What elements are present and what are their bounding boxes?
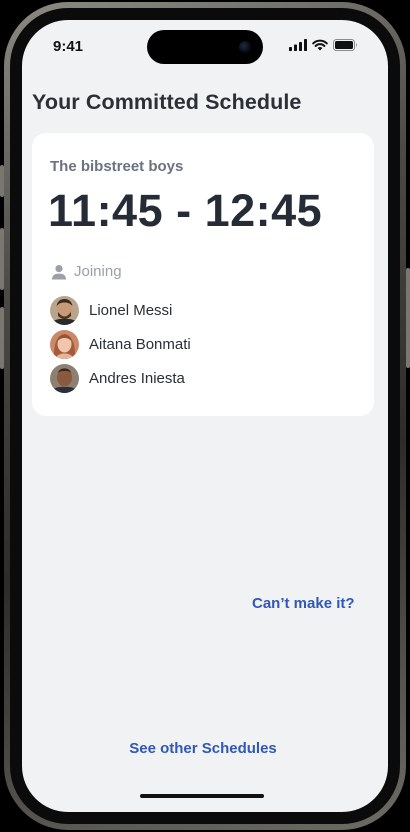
avatar xyxy=(50,363,79,393)
person-icon xyxy=(52,264,66,279)
participant-name: Aitana Bonmati xyxy=(89,335,191,353)
joining-label: Joining xyxy=(74,263,122,280)
participant-name: Lionel Messi xyxy=(89,301,173,319)
schedule-card: The bibstreet boys 11:45 - 12:45 Joining xyxy=(32,133,374,416)
participant-row: Andres Iniesta xyxy=(50,361,191,395)
power-button xyxy=(406,268,410,368)
battery-icon xyxy=(333,39,357,51)
participant-row: Aitana Bonmati xyxy=(50,327,191,361)
action-button xyxy=(0,165,4,197)
wifi-icon xyxy=(312,39,328,51)
status-time: 9:41 xyxy=(53,38,84,55)
phone-frame: 9:41 Your Committed Schedule The bibstre… xyxy=(0,2,410,830)
cant-make-it-link[interactable]: Can’t make it? xyxy=(252,595,355,612)
volume-up-button xyxy=(0,228,4,290)
phone-bezel: 9:41 Your Committed Schedule The bibstre… xyxy=(10,8,400,824)
participant-name: Andres Iniesta xyxy=(89,369,185,387)
front-camera-icon xyxy=(239,41,251,53)
see-other-schedules-link[interactable]: See other Schedules xyxy=(22,740,384,757)
status-icons xyxy=(289,39,358,51)
joining-header: Joining xyxy=(51,263,122,280)
home-indicator[interactable] xyxy=(140,794,264,798)
page-title: Your Committed Schedule xyxy=(32,90,302,114)
cellular-signal-icon xyxy=(289,39,307,51)
time-range: 11:45 - 12:45 xyxy=(48,185,323,236)
avatar xyxy=(50,295,79,325)
group-name: The bibstreet boys xyxy=(50,158,184,175)
dynamic-island xyxy=(147,30,263,64)
avatar xyxy=(50,329,79,359)
participant-row: Lionel Messi xyxy=(50,293,191,327)
participants-list: Lionel Messi Aitana Bonmati Andres Inies… xyxy=(50,293,191,395)
app-screen: 9:41 Your Committed Schedule The bibstre… xyxy=(22,20,388,812)
volume-down-button xyxy=(0,307,4,369)
